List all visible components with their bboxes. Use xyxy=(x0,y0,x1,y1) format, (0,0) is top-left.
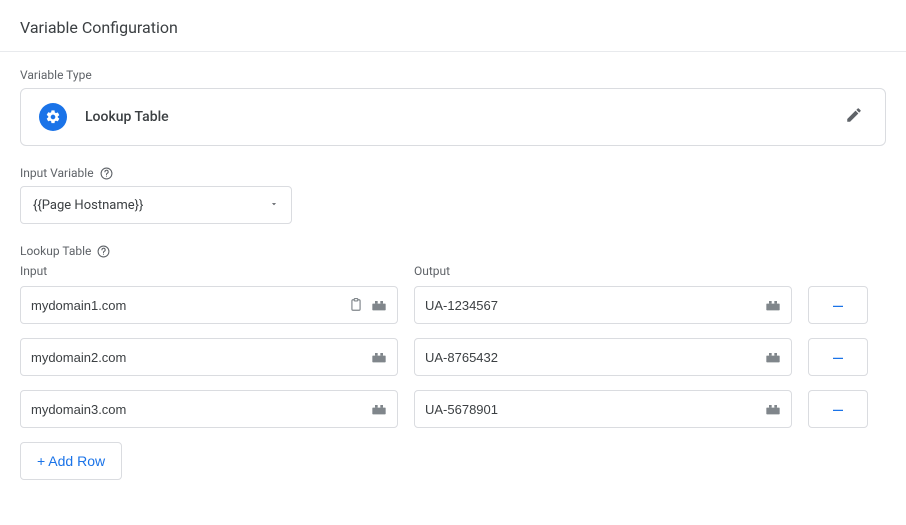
input-cell[interactable] xyxy=(20,286,398,324)
input-column-header: Input xyxy=(20,264,398,278)
variable-picker-icon[interactable] xyxy=(371,350,387,364)
variable-picker-icon[interactable] xyxy=(765,298,781,312)
page-title: Variable Configuration xyxy=(20,18,886,37)
lookup-headers: Input Output xyxy=(20,264,886,278)
output-field[interactable] xyxy=(425,402,765,417)
edit-icon[interactable] xyxy=(839,100,869,134)
variable-picker-icon[interactable] xyxy=(765,402,781,416)
lookup-table-section: Lookup Table Input Output – – – + Add Row xyxy=(20,244,886,480)
variable-type-label: Variable Type xyxy=(20,68,886,82)
output-cell[interactable] xyxy=(414,390,792,428)
paste-icon[interactable] xyxy=(349,297,363,313)
lookup-table-label: Lookup Table xyxy=(20,244,886,258)
output-cell[interactable] xyxy=(414,338,792,376)
output-field[interactable] xyxy=(425,298,765,313)
remove-row-button[interactable]: – xyxy=(808,390,868,428)
variable-picker-icon[interactable] xyxy=(371,402,387,416)
input-field[interactable] xyxy=(31,350,371,365)
variable-picker-icon[interactable] xyxy=(765,350,781,364)
help-icon[interactable] xyxy=(97,245,110,258)
table-row: – xyxy=(20,390,886,428)
input-variable-label: Input Variable xyxy=(20,166,886,180)
input-cell[interactable] xyxy=(20,338,398,376)
input-variable-section: Input Variable {{Page Hostname}} xyxy=(20,166,886,224)
lookup-rows: – – – xyxy=(20,286,886,428)
remove-row-button[interactable]: – xyxy=(808,338,868,376)
output-cell[interactable] xyxy=(414,286,792,324)
input-field[interactable] xyxy=(31,298,349,313)
help-icon[interactable] xyxy=(100,167,113,180)
gear-icon xyxy=(39,103,67,131)
page-header: Variable Configuration xyxy=(0,0,906,52)
table-row: – xyxy=(20,286,886,324)
chevron-down-icon xyxy=(269,198,279,213)
input-cell[interactable] xyxy=(20,390,398,428)
variable-type-card[interactable]: Lookup Table xyxy=(20,88,886,146)
variable-type-name: Lookup Table xyxy=(85,109,169,125)
remove-row-button[interactable]: – xyxy=(808,286,868,324)
output-field[interactable] xyxy=(425,350,765,365)
input-variable-dropdown[interactable]: {{Page Hostname}} xyxy=(20,186,292,224)
add-row-button[interactable]: + Add Row xyxy=(20,442,122,480)
dropdown-value: {{Page Hostname}} xyxy=(33,198,143,213)
output-column-header: Output xyxy=(414,264,450,278)
content-area: Variable Type Lookup Table Input Variabl… xyxy=(0,52,906,496)
variable-picker-icon[interactable] xyxy=(371,298,387,312)
input-field[interactable] xyxy=(31,402,371,417)
table-row: – xyxy=(20,338,886,376)
